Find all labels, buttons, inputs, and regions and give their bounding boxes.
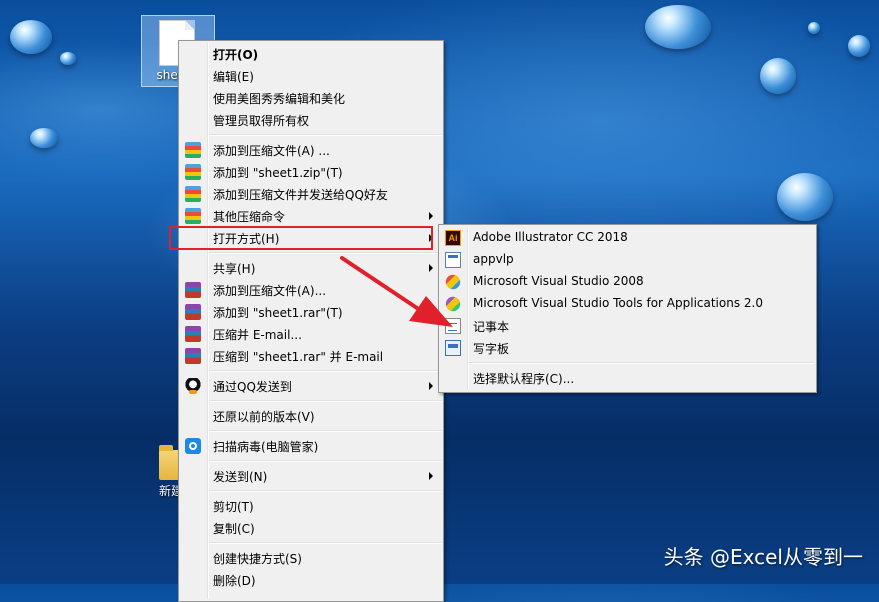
annotation-arrow-line	[340, 256, 422, 312]
annotation-arrow	[340, 256, 453, 327]
annotation-arrow-head	[409, 296, 453, 327]
watermark: 头条 @Excel从零到一	[663, 545, 863, 569]
